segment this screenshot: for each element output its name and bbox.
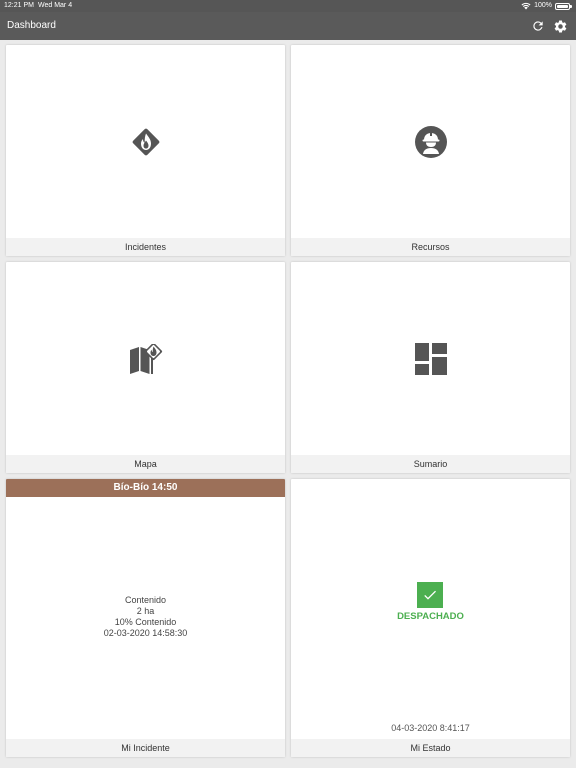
tile-label-mapa: Mapa [6, 455, 285, 473]
status-time: 12:21 PM [4, 2, 34, 9]
incident-info: Contenido 2 ha 10% Contenido 02-03-2020 … [6, 595, 285, 639]
map-fire-icon [129, 344, 162, 374]
gear-icon [554, 19, 566, 32]
status-right: 100% [521, 0, 572, 12]
dashboard-grid-icon [414, 343, 447, 375]
battery-percent: 100% [534, 2, 552, 9]
tile-mi-incidente[interactable]: Bío-Bío 14:50 Contenido 2 ha 10% Conteni… [6, 479, 285, 757]
dispatch-timestamp: 04-03-2020 8:41:17 [391, 723, 470, 733]
status-date: Wed Mar 4 [38, 2, 73, 9]
incident-header: Bío-Bío 14:50 [6, 479, 285, 497]
nav-bar: Dashboard [0, 12, 576, 40]
tile-label-mi-estado: Mi Estado [291, 739, 570, 757]
wifi-icon [521, 2, 531, 10]
tile-sumario[interactable]: Sumario [291, 262, 570, 473]
incident-timestamp: 02-03-2020 14:58:30 [103, 628, 188, 638]
refresh-icon [533, 21, 543, 31]
battery-icon [555, 2, 572, 10]
check-icon [424, 590, 436, 600]
status-bar: 12:21 PM Wed Mar 4 100% [0, 0, 576, 12]
status-check-badge [417, 582, 443, 608]
tile-recursos[interactable]: Recursos [291, 45, 570, 256]
incident-containment: 10% Contenido [114, 617, 177, 627]
tile-mi-estado[interactable]: DESPACHADO 04-03-2020 8:41:17 Mi Estado [291, 479, 570, 757]
incident-area: 2 ha [136, 606, 155, 616]
tile-label-recursos: Recursos [291, 238, 570, 256]
incident-status: Contenido [124, 595, 167, 605]
tile-label-incidentes: Incidentes [6, 238, 285, 256]
fire-diamond-icon [132, 128, 159, 156]
tile-label-sumario: Sumario [291, 455, 570, 473]
tile-mapa[interactable]: Mapa [6, 262, 285, 473]
settings-button[interactable] [552, 18, 568, 34]
dispatch-status: DESPACHADO [397, 611, 464, 622]
refresh-button[interactable] [530, 18, 546, 34]
page-title: Dashboard [7, 20, 56, 31]
tile-incidentes[interactable]: Incidentes [6, 45, 285, 256]
tile-label-mi-incidente: Mi Incidente [6, 739, 285, 757]
firefighter-icon [414, 126, 447, 158]
